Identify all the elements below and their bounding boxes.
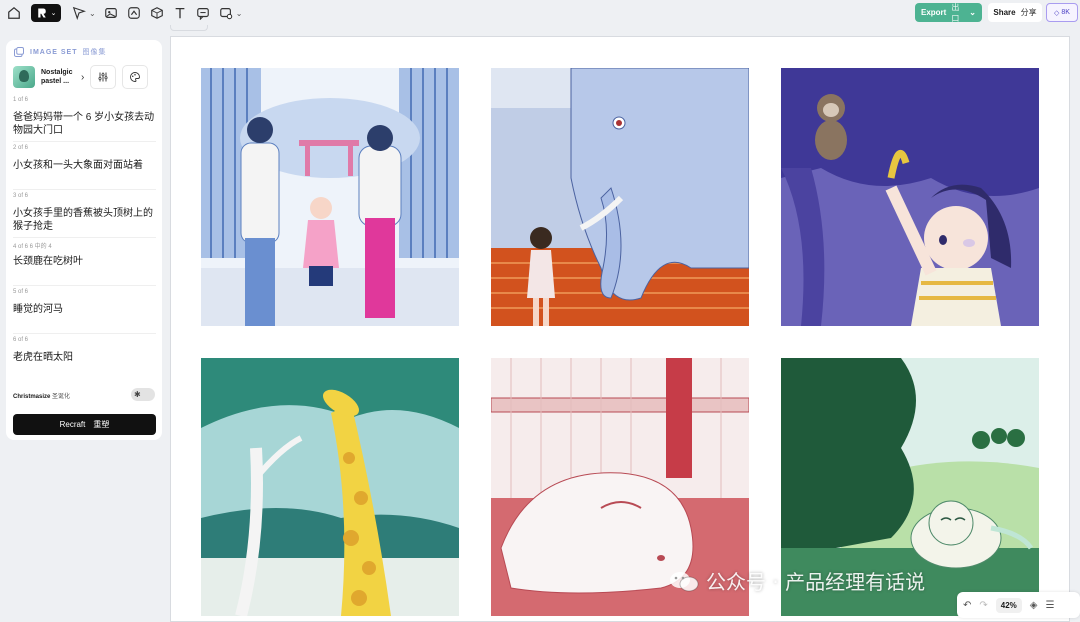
- canvas[interactable]: [170, 36, 1070, 622]
- help-icon[interactable]: ☰: [1046, 600, 1055, 611]
- zoo-gate-illustration: [201, 68, 459, 326]
- chevron-down-icon[interactable]: ⌄: [89, 9, 96, 18]
- sliders-icon: [98, 72, 108, 82]
- item-prompt[interactable]: 睡觉的河马: [13, 303, 156, 316]
- zoom-level[interactable]: 42%: [995, 597, 1022, 613]
- palette-icon: [130, 72, 141, 82]
- share-label: Share: [993, 8, 1016, 17]
- elephant-illustration: [491, 68, 749, 326]
- zoom-toolbar: ↶ ↷ 42% ◈ ☰: [957, 592, 1080, 618]
- prompt-list: 1 of 6 爸爸妈妈带一个 6 岁小女孩去动物园大门口 2 of 6 小女孩和…: [13, 94, 156, 382]
- item-index: 1 of 6: [13, 97, 29, 103]
- monkey-illustration: [781, 68, 1039, 326]
- undo-icon[interactable]: ↶: [963, 600, 971, 611]
- list-item[interactable]: 2 of 6 小女孩和一头大象面对面站着: [13, 142, 156, 190]
- export-label-zh: 出口: [951, 2, 960, 23]
- panel-title-zh: 图像集: [82, 49, 107, 56]
- credits-button[interactable]: ◇ 8K: [1046, 3, 1078, 22]
- item-index: 2 of 6: [13, 145, 29, 151]
- image-set-panel: IMAGE SET 图像集 Nostalgic pastel ... › 1 o…: [6, 40, 162, 440]
- generated-image-monkey[interactable]: [781, 68, 1039, 326]
- text-icon[interactable]: [172, 5, 188, 21]
- chevron-down-icon[interactable]: ⌄: [236, 9, 243, 18]
- list-item[interactable]: 5 of 6 睡觉的河马: [13, 286, 156, 334]
- panel-header: IMAGE SET 图像集: [13, 46, 107, 58]
- image-set-icon: [14, 47, 24, 57]
- generated-image-giraffe[interactable]: [201, 358, 459, 616]
- list-item[interactable]: 3 of 6 小女孩手里的香蕉被头顶树上的猴子抢走: [13, 190, 156, 238]
- item-index: 5 of 6: [13, 289, 29, 295]
- list-item[interactable]: 6 of 6 老虎在晒太阳: [13, 334, 156, 382]
- magic-brush-icon[interactable]: [218, 5, 234, 21]
- christmasize-label: Christmasize 圣诞化: [13, 391, 70, 400]
- item-prompt[interactable]: 长颈鹿在吃树叶: [13, 255, 156, 268]
- generated-image-elephant[interactable]: [491, 68, 749, 326]
- select-arrow-icon[interactable]: [71, 5, 87, 21]
- export-button[interactable]: Export 出口 ⌄: [915, 2, 982, 23]
- list-item[interactable]: 4 of 6 6 中的 4 长颈鹿在吃树叶: [13, 238, 156, 286]
- color-palette-button[interactable]: [122, 65, 149, 89]
- diamond-icon: ◇: [1054, 9, 1060, 17]
- logo-brand-icon[interactable]: ⌄: [31, 4, 61, 22]
- style-name: Nostalgic pastel ...: [41, 69, 73, 85]
- image-edit-icon[interactable]: [126, 5, 142, 21]
- watermark: 公众号 · 产品经理有话说: [668, 566, 925, 595]
- layers-icon[interactable]: ◈: [1030, 600, 1038, 611]
- adjust-settings-button[interactable]: [90, 65, 117, 89]
- watermark-text: 公众号 · 产品经理有话说: [706, 570, 926, 594]
- item-index: 3 of 6: [13, 193, 29, 199]
- item-index: 4 of 6 6 中的 4: [13, 244, 52, 250]
- item-prompt[interactable]: 小女孩和一头大象面对面站着: [13, 159, 156, 172]
- shapes-icon[interactable]: [149, 5, 165, 21]
- item-index: 6 of 6: [13, 337, 29, 343]
- chevron-down-icon: ⌄: [969, 8, 976, 17]
- christmasize-text-zh: 圣诞化: [52, 394, 71, 400]
- top-toolbar: ⌄ ⌄ ⌄ Export 出口 ⌄ Share 分享 ◇ 8K: [0, 0, 1080, 26]
- item-prompt[interactable]: 爸爸妈妈带一个 6 岁小女孩去动物园大门口: [13, 111, 156, 137]
- share-button[interactable]: Share 分享: [988, 3, 1042, 22]
- item-prompt[interactable]: 老虎在晒太阳: [13, 351, 156, 364]
- wechat-icon: [670, 571, 699, 591]
- christmasize-text: Christmasize: [13, 394, 51, 400]
- christmasize-toggle[interactable]: [131, 388, 155, 401]
- recraft-label-zh: 重塑: [93, 420, 110, 429]
- generated-image-zoo-gate[interactable]: [201, 68, 459, 326]
- comment-icon[interactable]: [195, 5, 211, 21]
- panel-title: IMAGE SET: [30, 48, 78, 56]
- image-icon[interactable]: [103, 5, 119, 21]
- chevron-right-icon: ›: [81, 71, 85, 83]
- home-icon[interactable]: [6, 5, 22, 21]
- credits-value: 8K: [1061, 9, 1070, 16]
- share-label-zh: 分享: [1020, 8, 1037, 17]
- redo-icon[interactable]: ↷: [979, 600, 987, 611]
- recraft-label: Recraft: [59, 420, 86, 429]
- canvas-frame-tab[interactable]: [170, 25, 208, 31]
- item-prompt[interactable]: 小女孩手里的香蕉被头顶树上的猴子抢走: [13, 207, 156, 233]
- recraft-button[interactable]: Recraft 重塑: [13, 414, 156, 435]
- export-label: Export: [921, 8, 947, 17]
- list-item[interactable]: 1 of 6 爸爸妈妈带一个 6 岁小女孩去动物园大门口: [13, 94, 156, 142]
- style-selector[interactable]: Nostalgic pastel ... ›: [13, 65, 158, 89]
- giraffe-illustration: [201, 358, 459, 616]
- style-thumbnail: [13, 66, 35, 88]
